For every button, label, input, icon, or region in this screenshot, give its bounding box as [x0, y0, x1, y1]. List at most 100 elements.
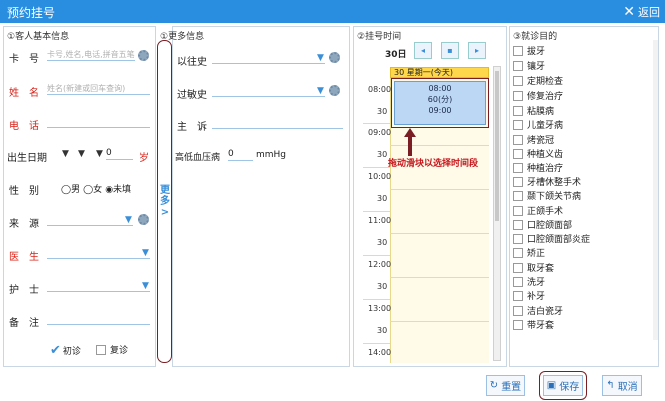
more-toggle-label[interactable]: 更多> — [160, 185, 170, 218]
purpose-item[interactable]: 粘膜病 — [513, 104, 554, 117]
past-history-dropdown-arrow[interactable]: ▼ — [317, 53, 324, 63]
slot-line — [390, 233, 489, 234]
purpose-item[interactable]: 烤瓷冠 — [513, 133, 554, 146]
time-label: 14:00 — [368, 348, 392, 357]
purpose-item[interactable]: 拔牙 — [513, 44, 545, 57]
gender-male-radio[interactable]: ◯男 — [61, 182, 80, 195]
time-label: 09:00 — [368, 128, 392, 137]
doctor-dropdown[interactable] — [47, 245, 150, 259]
name-input[interactable]: 姓名(新建或回车查询) — [47, 81, 150, 95]
note-input[interactable] — [47, 311, 150, 325]
revisit-checkbox[interactable]: 复诊 — [96, 343, 128, 356]
card-settings-icon[interactable] — [138, 50, 149, 61]
complaint-label: 主 诉 — [177, 122, 207, 133]
cancel-button[interactable]: ↰ 取消 — [602, 375, 642, 396]
purpose-item[interactable]: 洗牙 — [513, 275, 545, 288]
past-history-settings-icon[interactable] — [329, 52, 340, 63]
schedule-scroll-thumb[interactable] — [495, 71, 499, 221]
birth-day-dropdown[interactable]: ▼ — [96, 149, 103, 159]
nurse-label: 护 士 — [9, 285, 39, 296]
first-visit-checkbox[interactable]: ✔ 初诊 — [50, 343, 81, 358]
next-day-button[interactable]: ▸ — [468, 42, 486, 59]
schedule-day-label: 30日 — [385, 50, 407, 60]
gender-radio-group: ◯男 ◯女 ◉未填 — [61, 182, 131, 195]
phone-label: 电 话 — [9, 121, 39, 132]
time-label: 08:00 — [368, 85, 392, 94]
schedule-title: ②挂号时间 — [357, 32, 402, 42]
revisit-checkbox-box — [96, 344, 106, 355]
close-label: 返回 — [638, 6, 660, 19]
time-label: 12:00 — [368, 260, 392, 269]
close-icon: ✕ — [623, 4, 635, 20]
purpose-item[interactable]: 定期检查 — [513, 74, 563, 87]
allergy-dropdown[interactable] — [212, 83, 325, 97]
age-unit: 岁 — [139, 153, 149, 164]
age-input[interactable]: 0 — [106, 146, 133, 160]
slot-highlight — [391, 78, 489, 128]
reset-button[interactable]: ↻ 重置 — [486, 375, 525, 396]
complaint-input[interactable] — [212, 115, 343, 129]
purpose-item[interactable]: 正颌手术 — [513, 204, 563, 217]
schedule-scrollbar[interactable] — [493, 66, 501, 361]
purpose-item[interactable]: 牙槽休整手术 — [513, 175, 581, 188]
checkmark-icon: ✔ — [50, 343, 61, 358]
note-label: 备 注 — [9, 318, 39, 329]
hour-line — [363, 255, 390, 256]
time-label: 30 — [377, 238, 388, 247]
card-input[interactable]: 卡号,姓名,电话,拼音五笔 — [47, 47, 135, 61]
purpose-item[interactable]: 补牙 — [513, 289, 545, 302]
hour-line — [363, 123, 390, 124]
phone-input[interactable] — [47, 114, 150, 128]
close-button[interactable]: ✕ 返回 — [623, 4, 660, 20]
back-icon: ↰ — [606, 380, 615, 391]
slot-line — [390, 321, 489, 322]
doctor-label: 医 生 — [9, 252, 39, 263]
more-info-panel: ①更多信息 — [160, 26, 350, 367]
slot-line — [390, 189, 489, 190]
past-history-label: 以往史 — [177, 57, 207, 68]
purpose-item[interactable]: 修复治疗 — [513, 89, 563, 102]
purpose-item[interactable]: 取牙套 — [513, 261, 554, 274]
gender-female-radio[interactable]: ◯女 — [83, 182, 102, 195]
day-header: 30 星期一(今天) — [390, 67, 489, 78]
hour-line — [363, 211, 390, 212]
purpose-item[interactable]: 种植义齿 — [513, 147, 563, 160]
purpose-item[interactable]: 口腔颌面部 — [513, 218, 572, 231]
purpose-item[interactable]: 颞下颌关节病 — [513, 189, 581, 202]
source-dropdown-arrow[interactable]: ▼ — [125, 215, 132, 225]
hour-line — [363, 343, 390, 344]
drag-hint: 拖动滑块以选择时间段 — [388, 159, 479, 169]
doctor-dropdown-arrow[interactable]: ▼ — [142, 248, 149, 258]
name-label: 姓 名 — [9, 88, 39, 99]
allergy-settings-icon[interactable] — [329, 85, 340, 96]
refresh-icon: ↻ — [489, 380, 499, 391]
blood-pressure-label: 高低血压病 — [175, 153, 221, 163]
source-dropdown[interactable] — [47, 212, 133, 226]
purpose-item[interactable]: 带牙套 — [513, 318, 554, 331]
purpose-item[interactable]: 口腔颌面部炎症 — [513, 232, 590, 245]
allergy-label: 过敏史 — [177, 90, 207, 101]
today-button[interactable]: ▪ — [441, 42, 459, 59]
purpose-scrollbar[interactable] — [653, 40, 658, 340]
time-label: 10:00 — [368, 172, 392, 181]
purpose-item[interactable]: 矫正 — [513, 246, 545, 259]
allergy-dropdown-arrow[interactable]: ▼ — [317, 86, 324, 96]
past-history-dropdown[interactable] — [212, 50, 325, 64]
gender-unset-radio[interactable]: ◉未填 — [105, 182, 131, 195]
up-arrow-icon — [404, 128, 416, 156]
blood-pressure-input[interactable]: 0 — [228, 147, 253, 161]
birth-month-dropdown[interactable]: ▼ — [78, 149, 85, 159]
gender-label: 性 别 — [9, 186, 39, 197]
purpose-item[interactable]: 洁白瓷牙 — [513, 304, 563, 317]
hour-line — [363, 167, 390, 168]
basic-info-title: ①客人基本信息 — [7, 32, 70, 42]
purpose-item[interactable]: 种植治疗 — [513, 161, 563, 174]
time-label: 30 — [377, 326, 388, 335]
nurse-dropdown[interactable] — [47, 278, 150, 292]
prev-day-button[interactable]: ◂ — [414, 42, 432, 59]
source-settings-icon[interactable] — [138, 214, 149, 225]
nurse-dropdown-arrow[interactable]: ▼ — [142, 281, 149, 291]
purpose-item[interactable]: 儿童牙病 — [513, 118, 563, 131]
birth-year-dropdown[interactable]: ▼ — [62, 149, 69, 159]
purpose-item[interactable]: 镶牙 — [513, 59, 545, 72]
